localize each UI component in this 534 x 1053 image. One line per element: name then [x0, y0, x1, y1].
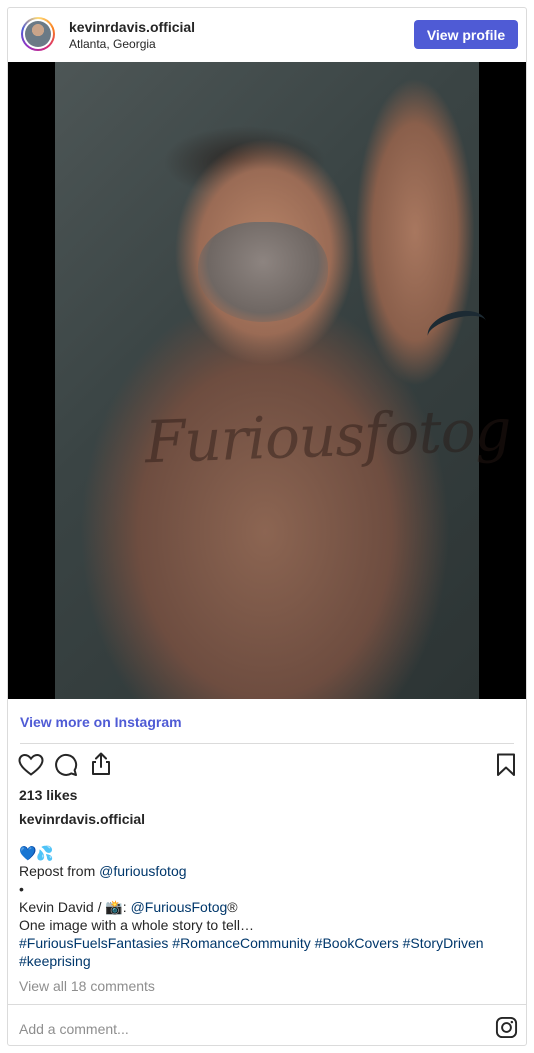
photo-arm — [305, 62, 475, 422]
caption-username[interactable]: kevinrdavis.official — [19, 811, 145, 827]
post-photo: Furiousfotog — [55, 62, 512, 699]
repost-prefix: Repost from — [19, 863, 100, 879]
divider — [20, 743, 514, 744]
divider — [8, 1004, 526, 1005]
likes-count[interactable]: 213 likes — [19, 787, 77, 803]
avatar-frame — [23, 19, 53, 49]
view-comments-link[interactable]: View all 18 comments — [19, 978, 155, 994]
share-icon[interactable] — [89, 751, 113, 777]
caption-hashtags[interactable]: #FuriousFuelsFantasies #RomanceCommunity… — [19, 934, 519, 952]
caption-emoji: 💙💦 — [19, 845, 54, 861]
post-media[interactable]: Furiousfotog — [8, 62, 526, 699]
caption-text: One image with a whole story to tell… — [19, 917, 254, 933]
caption-hashtag-keeprising[interactable]: #keeprising — [19, 952, 519, 970]
caption-repost-line: Repost from @furiousfotog — [19, 862, 519, 880]
bookmark-icon[interactable] — [496, 753, 516, 777]
post-username[interactable]: kevinrdavis.official — [69, 19, 195, 35]
comment-icon[interactable] — [54, 753, 78, 777]
view-more-link[interactable]: View more on Instagram — [20, 714, 182, 730]
photo-beard — [198, 222, 328, 322]
avatar[interactable] — [21, 17, 55, 51]
post-header: kevinrdavis.official Atlanta, Georgia Vi… — [8, 8, 526, 62]
add-comment-input[interactable]: Add a comment... — [19, 1021, 129, 1037]
credit-suffix: ® — [227, 899, 238, 915]
view-profile-button[interactable]: View profile — [414, 20, 518, 49]
photo-watermark: Furiousfotog — [143, 395, 512, 477]
instagram-logo-icon[interactable] — [495, 1016, 518, 1039]
caption-credit-line: Kevin David / 📸: @FuriousFotog® — [19, 898, 519, 916]
post-location[interactable]: Atlanta, Georgia — [69, 37, 156, 51]
post-caption: 💙💦 Repost from @furiousfotog • Kevin Dav… — [19, 844, 519, 970]
avatar-image — [25, 21, 51, 47]
heart-icon[interactable] — [18, 753, 44, 777]
credit-prefix: Kevin David / 📸: — [19, 899, 131, 915]
repost-handle-link[interactable]: @furiousfotog — [99, 863, 186, 879]
credit-handle-link[interactable]: @FuriousFotog — [131, 899, 228, 915]
caption-bullet: • — [19, 881, 24, 897]
instagram-embed-card: kevinrdavis.official Atlanta, Georgia Vi… — [7, 7, 527, 1046]
